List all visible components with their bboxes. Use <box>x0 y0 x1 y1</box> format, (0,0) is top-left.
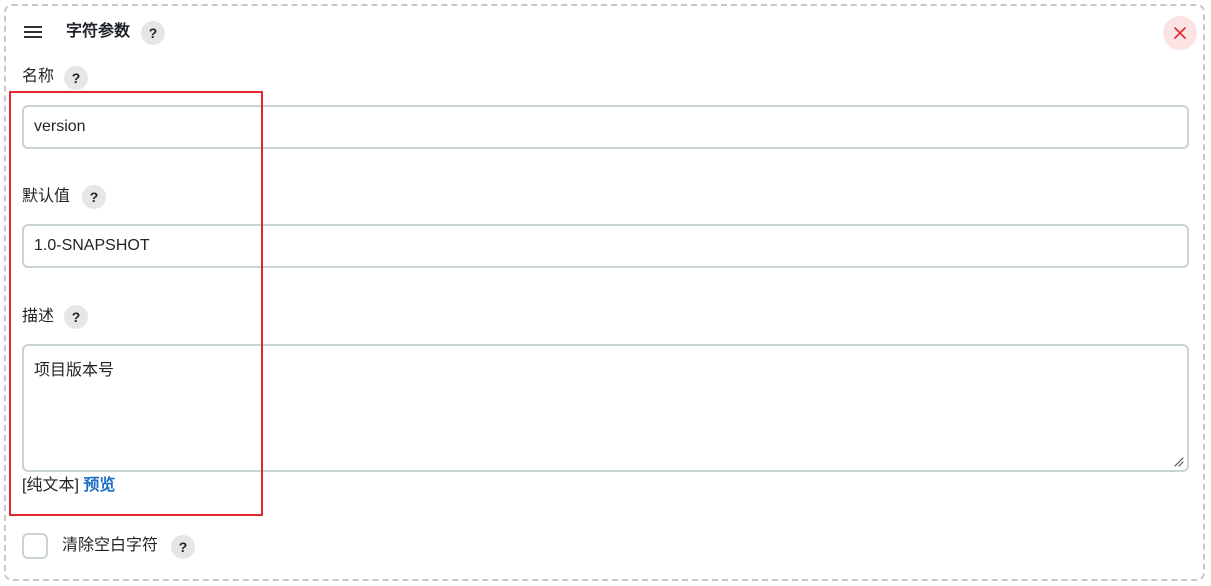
string-parameter-panel <box>4 4 1205 581</box>
description-textarea[interactable]: 项目版本号 <box>22 344 1189 472</box>
trim-checkbox[interactable] <box>22 533 48 559</box>
panel-title: 字符参数 <box>66 23 131 40</box>
default-value-help-icon[interactable]: ? <box>82 185 106 209</box>
close-icon <box>1174 27 1186 39</box>
trim-help-icon[interactable]: ? <box>171 535 195 559</box>
trim-checkbox-label[interactable]: 清除空白字符 <box>62 535 158 557</box>
name-input[interactable] <box>22 105 1189 149</box>
resize-grip-icon[interactable] <box>1172 455 1184 467</box>
title-help-icon[interactable]: ? <box>141 21 165 45</box>
preview-link[interactable]: 预览 <box>83 477 115 494</box>
name-help-icon[interactable]: ? <box>64 66 88 90</box>
description-label: 描述 <box>22 308 55 325</box>
hamburger-icon[interactable] <box>24 26 42 38</box>
default-value-input[interactable] <box>22 224 1189 268</box>
name-label: 名称 <box>22 68 55 85</box>
description-help-icon[interactable]: ? <box>64 305 88 329</box>
plain-text-format-label: [纯文本] <box>22 477 79 494</box>
default-value-label: 默认值 <box>22 188 71 205</box>
close-button[interactable] <box>1163 16 1197 50</box>
format-line: [纯文本] 预览 <box>22 475 115 497</box>
